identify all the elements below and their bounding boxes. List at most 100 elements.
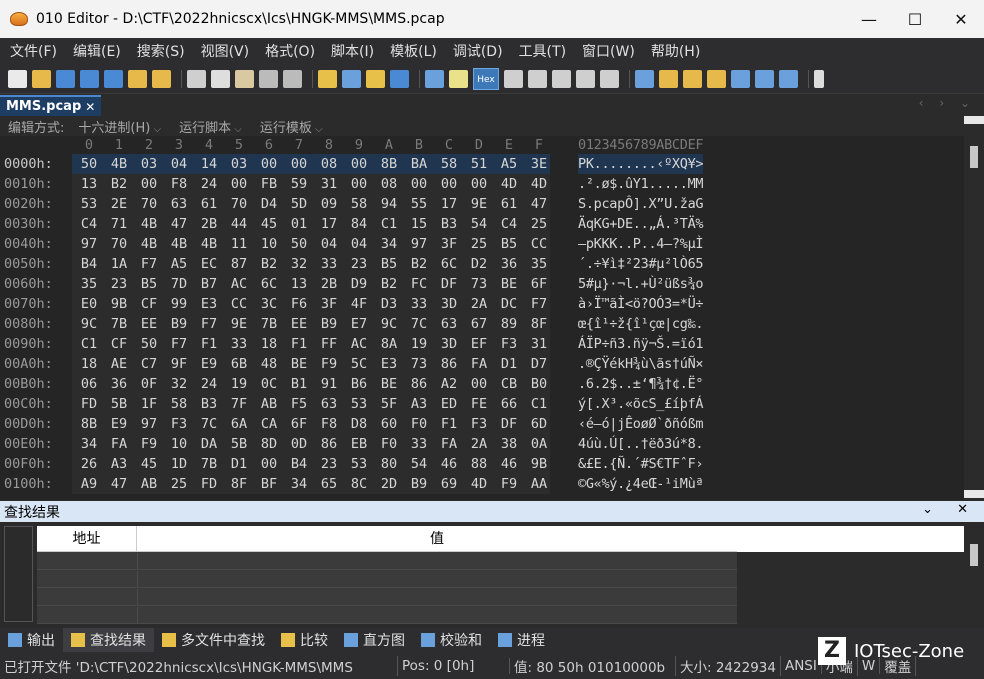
hex-byte[interactable]: 47 (104, 474, 134, 494)
hex-byte[interactable]: 9B (524, 454, 554, 474)
save-icon[interactable] (56, 69, 75, 88)
hex-byte[interactable]: 67 (464, 314, 494, 334)
replace-icon[interactable] (342, 69, 361, 88)
hex-byte[interactable]: 65 (314, 474, 344, 494)
hex-byte[interactable]: 55 (404, 194, 434, 214)
hex-byte[interactable]: 1F (134, 394, 164, 414)
menu-debug[interactable]: 调试(D) (445, 41, 511, 61)
hex-byte[interactable]: F6 (284, 294, 314, 314)
hex-byte[interactable]: F7 (524, 294, 554, 314)
hex-byte[interactable]: D1 (224, 454, 254, 474)
hex-byte[interactable]: DF (494, 414, 524, 434)
hex-byte[interactable]: 58 (164, 394, 194, 414)
hex-byte[interactable]: 10 (254, 234, 284, 254)
hex-byte[interactable]: 5F (374, 394, 404, 414)
hex-byte[interactable]: 33 (314, 254, 344, 274)
tab-find-results[interactable]: 查找结果 (63, 628, 154, 652)
hex-byte[interactable]: 3E (524, 154, 554, 174)
hex-byte[interactable]: 19 (404, 334, 434, 354)
hex-byte[interactable]: 60 (374, 414, 404, 434)
ascii-text[interactable]: à›Ï™ãÌ<ö?OÓ3=*Ü÷ (578, 294, 704, 314)
ascii-text[interactable]: .®ÇŸékH¾ù\ãs†úÑ× (578, 354, 704, 374)
hex-byte[interactable]: E9 (194, 354, 224, 374)
hex-byte[interactable]: 2B (194, 214, 224, 234)
hex-byte[interactable]: B5 (494, 234, 524, 254)
menu-templates[interactable]: 模板(L) (382, 41, 445, 61)
open-workspace-icon[interactable] (128, 69, 147, 88)
hex-byte[interactable]: 9F (164, 354, 194, 374)
hex-byte[interactable]: 94 (374, 194, 404, 214)
menu-edit[interactable]: 编辑(E) (65, 41, 129, 61)
hex-byte[interactable]: 66 (494, 394, 524, 414)
redo-icon[interactable] (283, 69, 302, 88)
hex-byte[interactable]: F3 (464, 414, 494, 434)
hex-byte[interactable]: 2D (374, 474, 404, 494)
hex-byte[interactable]: 26 (74, 454, 104, 474)
hex-byte[interactable]: B9 (404, 474, 434, 494)
hex-byte[interactable]: F0 (374, 434, 404, 454)
hex-byte[interactable]: D7 (524, 354, 554, 374)
hex-byte[interactable]: 9E (464, 194, 494, 214)
hex-byte[interactable]: CF (134, 294, 164, 314)
paste-icon[interactable] (235, 69, 254, 88)
ascii-text[interactable]: .².ø$.ûY1.....MM (578, 174, 704, 194)
hex-byte[interactable]: D4 (254, 194, 284, 214)
hex-byte[interactable]: 61 (494, 194, 524, 214)
hex-byte[interactable]: 00 (254, 454, 284, 474)
hex-byte[interactable]: 69 (434, 474, 464, 494)
hex-byte[interactable]: 1A (104, 254, 134, 274)
hex-byte[interactable]: 34 (74, 434, 104, 454)
hex-byte[interactable]: 4B (104, 154, 134, 174)
checksum-icon[interactable] (755, 69, 774, 88)
hex-byte[interactable]: 54 (464, 214, 494, 234)
hex-byte[interactable]: A3 (404, 394, 434, 414)
hex-byte[interactable]: F9 (494, 474, 524, 494)
hex-byte[interactable]: A3 (104, 454, 134, 474)
hex-byte[interactable]: 47 (524, 194, 554, 214)
ascii-text[interactable]: ý[.X³.«õcS_£íþfÁ (578, 394, 704, 414)
hex-byte[interactable]: BF (254, 474, 284, 494)
hex-byte[interactable]: EE (284, 314, 314, 334)
hex-byte[interactable]: 33 (404, 434, 434, 454)
hex-byte[interactable]: 97 (134, 414, 164, 434)
hex-byte[interactable]: 23 (344, 254, 374, 274)
hex-byte[interactable]: 50 (134, 334, 164, 354)
tab-process[interactable]: 进程 (490, 628, 553, 652)
hex-byte[interactable]: 18 (254, 334, 284, 354)
hex-byte[interactable]: F1 (194, 334, 224, 354)
hex-byte[interactable]: B0 (524, 374, 554, 394)
hex-byte[interactable]: F9 (134, 434, 164, 454)
hex-byte[interactable]: 3C (254, 294, 284, 314)
hex-byte[interactable]: CB (494, 374, 524, 394)
hex-byte[interactable]: 0A (524, 434, 554, 454)
hex-byte[interactable]: E7 (344, 314, 374, 334)
hex-byte[interactable]: 6A (224, 414, 254, 434)
tab-mms-pcap[interactable]: MMS.pcap ✕ (0, 95, 102, 116)
hex-byte[interactable]: 00 (254, 154, 284, 174)
find-in-files-icon[interactable] (366, 69, 385, 88)
hex-byte[interactable]: DA (194, 434, 224, 454)
table-row[interactable] (37, 553, 737, 570)
hex-byte[interactable]: CA (254, 414, 284, 434)
table-row[interactable] (37, 589, 737, 606)
hex-byte[interactable]: 8C (344, 474, 374, 494)
hex-byte[interactable]: 2B (314, 274, 344, 294)
hex-byte[interactable]: 6F (284, 414, 314, 434)
hex-byte[interactable]: 01 (284, 214, 314, 234)
hex-byte[interactable]: 32 (164, 374, 194, 394)
hex-byte[interactable]: 14 (194, 154, 224, 174)
hex-byte[interactable]: 70 (134, 194, 164, 214)
hex-byte[interactable]: 63 (164, 194, 194, 214)
hex-byte[interactable]: B2 (104, 174, 134, 194)
table-row[interactable] (37, 607, 737, 624)
close-button[interactable]: ✕ (938, 0, 984, 38)
hex-byte[interactable]: 2E (104, 194, 134, 214)
hex-byte[interactable]: 08 (314, 154, 344, 174)
results-vertical-scrollbar[interactable] (964, 522, 984, 622)
hex-byte[interactable]: 6F (524, 274, 554, 294)
run-template-dropdown[interactable]: 运行模板 (260, 117, 323, 136)
find-results-table[interactable]: 地址 值 (37, 526, 737, 624)
hex-byte[interactable]: 35 (524, 254, 554, 274)
hex-byte[interactable]: 31 (524, 334, 554, 354)
hex-byte[interactable]: 24 (194, 374, 224, 394)
